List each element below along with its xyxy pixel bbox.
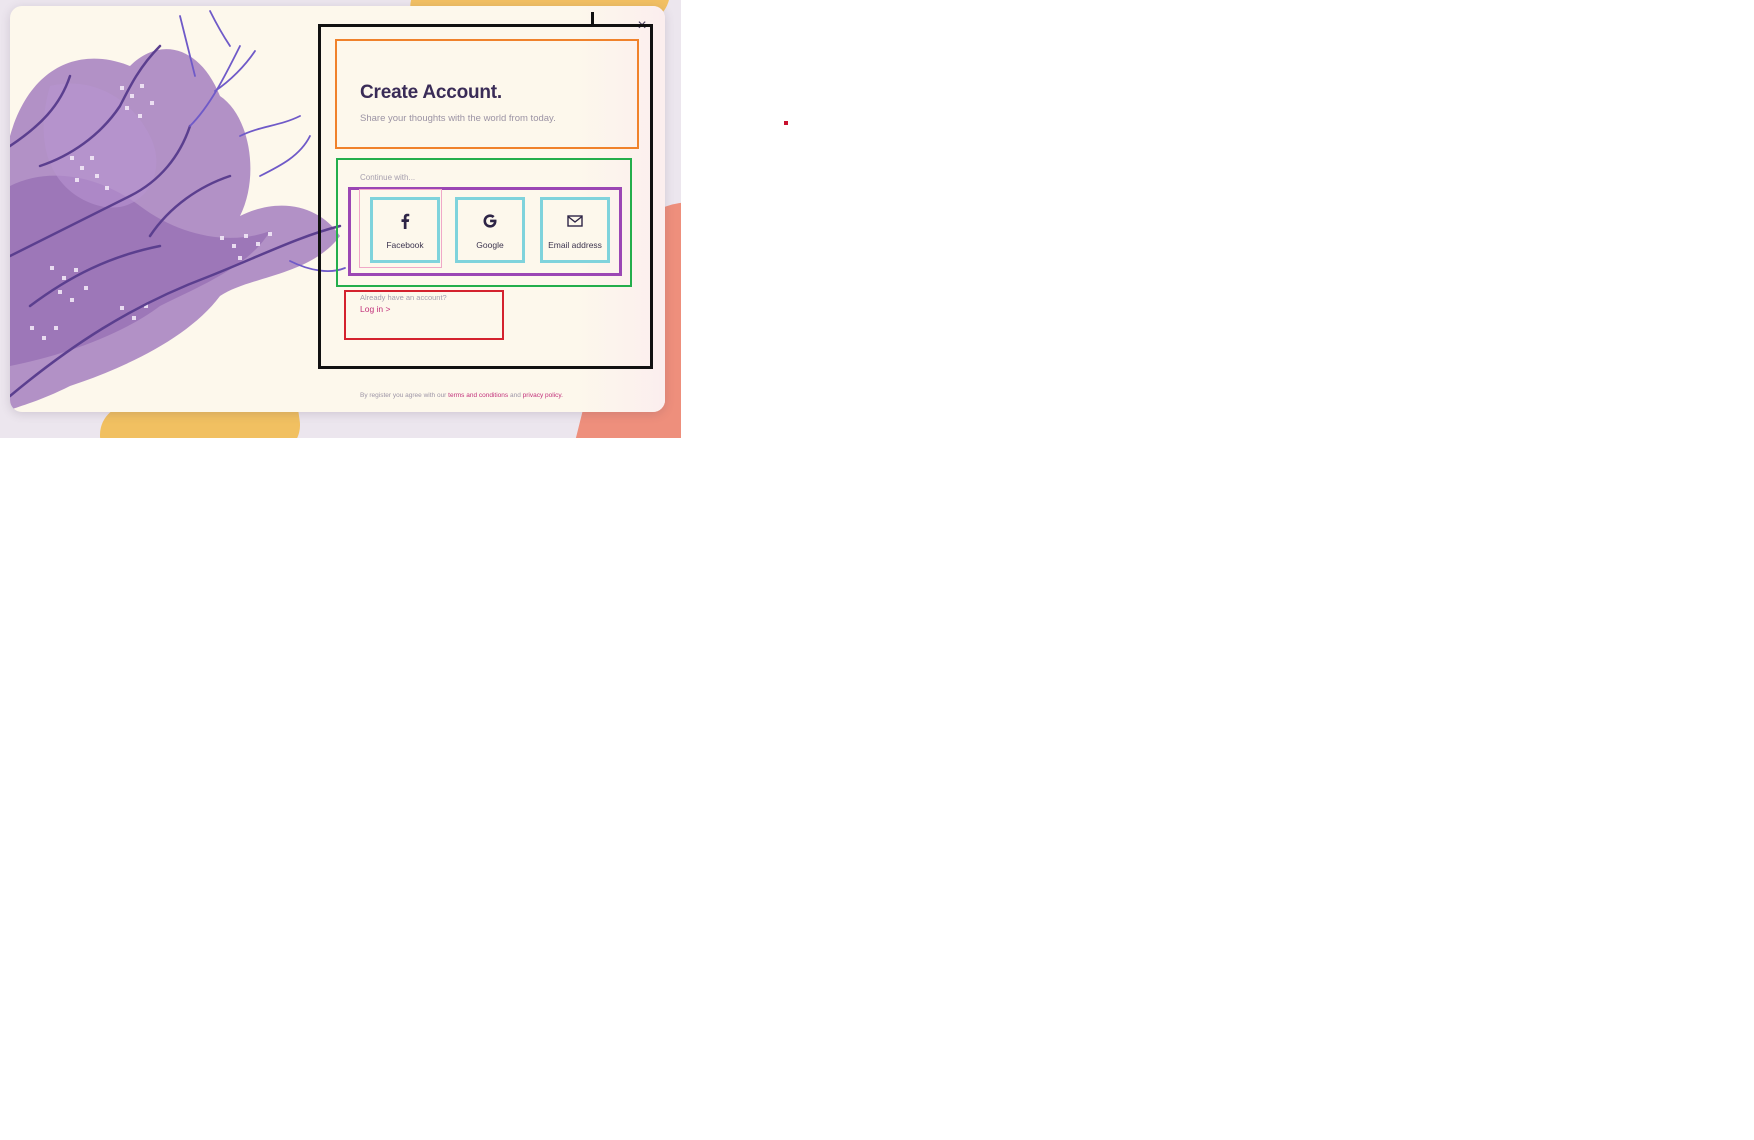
privacy-link[interactable]: privacy policy. [523,392,563,399]
page-title: Create Account. [360,82,502,103]
page-subtitle: Share your thoughts with the world from … [360,113,556,124]
coral-illustration [10,10,346,410]
screenshot-area: × Create Account. Share your thoughts wi… [0,0,681,438]
google-icon [458,211,522,231]
terms-and: and [509,392,521,399]
google-button[interactable]: Google [455,197,525,263]
email-label: Email address [548,240,602,250]
terms-link[interactable]: terms and conditions [448,392,508,399]
facebook-button[interactable]: Facebook [370,197,440,263]
facebook-label: Facebook [386,240,424,250]
already-account-text: Already have an account? [360,293,447,302]
facebook-icon [373,211,437,231]
terms-notice: By register you agree with our terms and… [360,392,563,399]
google-label: Google [476,240,504,250]
login-link[interactable]: Log in > [360,304,391,314]
email-button[interactable]: Email address [540,197,610,263]
continue-label: Continue with... [360,173,416,182]
mail-icon [543,211,607,231]
annotation-dot [784,121,788,125]
terms-prefix: By register you agree with our [360,392,447,399]
